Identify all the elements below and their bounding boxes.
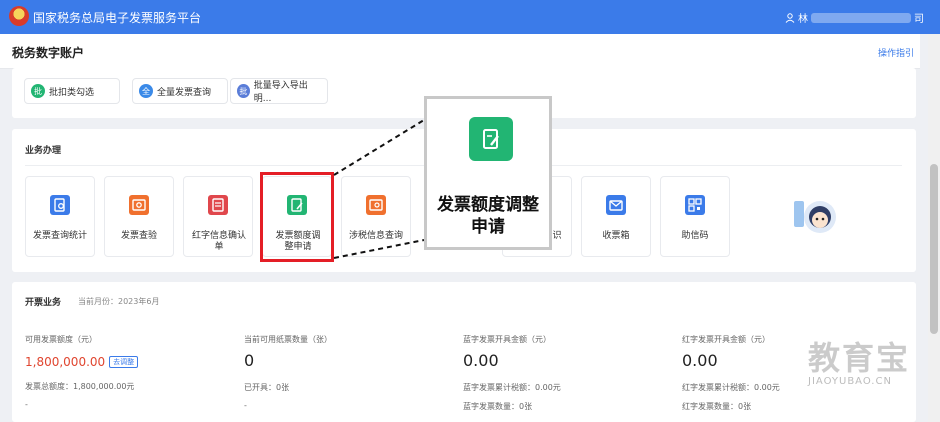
watermark-en: JIAOYUBAO.CN bbox=[808, 376, 892, 387]
metric-detail-2: - bbox=[25, 400, 28, 409]
metric-label: 蓝字发票开具金额（元） bbox=[463, 335, 551, 344]
section-title: 开票业务 bbox=[25, 298, 62, 308]
metric-detail: 发票总额度：1,800,000.00元 bbox=[25, 382, 135, 391]
metric-detail-2: 红字发票数量：0张 bbox=[682, 402, 752, 411]
callout-line-2: 申请 bbox=[471, 217, 505, 237]
current-month: 当前月份：2023年6月 bbox=[78, 297, 160, 306]
metric-value: 0 bbox=[244, 351, 255, 370]
metric-number: 1,800,000.00 bbox=[25, 355, 106, 369]
metric-available-quota: 可用发票额度（元） 1,800,000.00 去调整 发票总额度：1,800,00… bbox=[25, 334, 139, 409]
metric-label: 当前可用纸票数量（张） bbox=[244, 335, 332, 344]
callout-label: 发票额度调整 申请 bbox=[427, 194, 549, 238]
issuing-card: 开票业务 当前月份：2023年6月 可用发票额度（元） 1,800,000.00… bbox=[12, 282, 916, 422]
metric-value: 1,800,000.00 去调整 bbox=[25, 355, 139, 369]
callout-line-1: 发票额度调整 bbox=[437, 195, 539, 215]
watermark: 教育宝 JIAOYUBAO.CN bbox=[808, 340, 922, 387]
metric-detail: 蓝字发票累计税额：0.00元 bbox=[463, 383, 561, 392]
metric-detail: 已开具：0张 bbox=[244, 383, 290, 392]
quota-adjust-icon bbox=[469, 117, 513, 161]
metric-value: 0.00 bbox=[682, 351, 718, 370]
zoom-callout: 发票额度调整 申请 bbox=[424, 96, 552, 250]
watermark-cn: 教育宝 bbox=[808, 339, 911, 377]
metric-detail-2: 蓝字发票数量：0张 bbox=[463, 402, 533, 411]
adjust-button[interactable]: 去调整 bbox=[109, 356, 139, 368]
metric-blue-invoice-amount: 蓝字发票开具金额（元） 0.00 蓝字发票累计税额：0.00元 蓝字发票数量：0… bbox=[463, 334, 561, 412]
metric-detail-2: - bbox=[244, 401, 247, 410]
metric-label: 可用发票额度（元） bbox=[25, 335, 97, 344]
metric-value: 0.00 bbox=[463, 351, 499, 370]
metric-red-invoice-amount: 红字发票开具金额（元） 0.00 红字发票累计税额：0.00元 红字发票数量：0… bbox=[682, 334, 780, 412]
metric-detail: 红字发票累计税额：0.00元 bbox=[682, 383, 780, 392]
metric-paper-invoice-count: 当前可用纸票数量（张） 0 已开具：0张 - bbox=[244, 334, 332, 410]
metric-label: 红字发票开具金额（元） bbox=[682, 335, 770, 344]
